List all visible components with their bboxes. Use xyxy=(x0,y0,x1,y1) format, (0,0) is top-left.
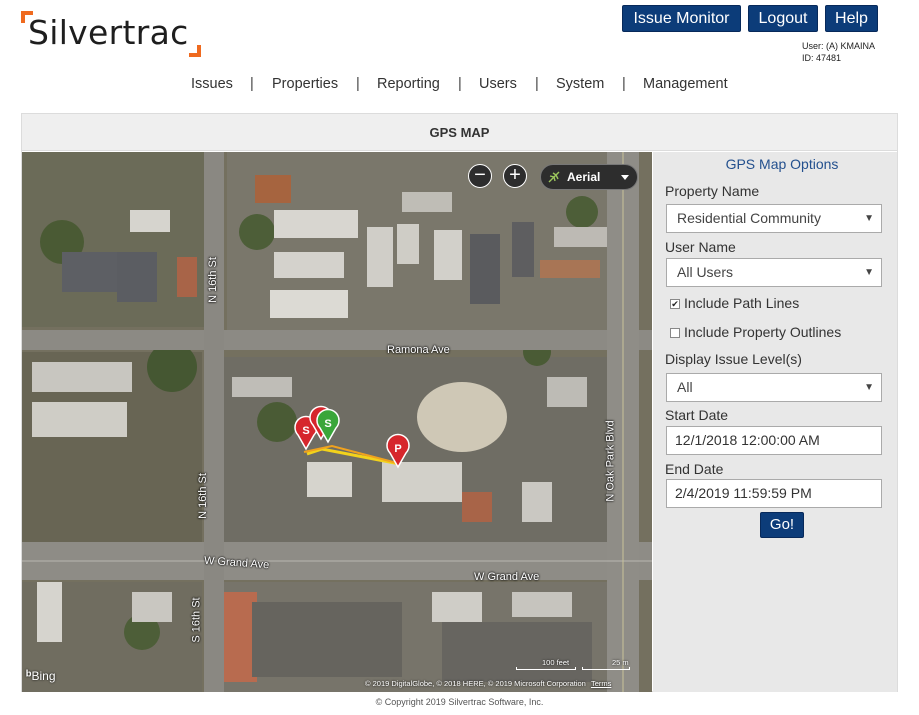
property-outlines-checkbox[interactable] xyxy=(670,328,680,338)
nav-separator: | xyxy=(250,76,254,92)
nav-separator: | xyxy=(622,76,626,92)
go-button[interactable]: Go! xyxy=(760,512,804,538)
start-date-input[interactable]: 12/1/2018 12:00:00 AM xyxy=(666,426,882,455)
nav-separator: | xyxy=(458,76,462,92)
nav-item-management[interactable]: Management xyxy=(643,76,728,92)
end-date-label: End Date xyxy=(665,461,724,477)
street-label-grand-right: W Grand Ave xyxy=(474,571,540,583)
end-date-input[interactable]: 2/4/2019 11:59:59 PM xyxy=(666,479,882,508)
path-lines-label: Include Path Lines xyxy=(684,295,800,311)
logo-text: Silvertrac xyxy=(28,13,189,52)
zoom-in-button[interactable]: + xyxy=(503,164,527,188)
bing-logo[interactable]: ᵇBing xyxy=(26,667,56,683)
logo-corner-bottom-right xyxy=(189,45,201,57)
issue-level-label: Display Issue Level(s) xyxy=(665,351,802,367)
map-type-label: Aerial xyxy=(567,170,601,184)
aerial-icon xyxy=(548,171,560,183)
issue-level-value: All xyxy=(677,379,693,395)
start-date-label: Start Date xyxy=(665,407,729,423)
panel-title: GPS MAP xyxy=(22,114,897,151)
help-button[interactable]: Help xyxy=(825,5,878,32)
aerial-imagery xyxy=(22,152,652,692)
chevron-down-icon: ▼ xyxy=(864,267,874,278)
street-label-n16-mid: N 16th St xyxy=(196,473,209,519)
nav-separator: | xyxy=(356,76,360,92)
nav-item-issues[interactable]: Issues xyxy=(191,76,233,92)
user-name-text: User: (A) KMAINA xyxy=(802,41,876,51)
chevron-down-icon: ▼ xyxy=(864,382,874,393)
nav-item-users[interactable]: Users xyxy=(479,76,517,92)
silvertrac-logo[interactable]: Silvertrac xyxy=(21,11,206,57)
page: Silvertrac Issue Monitor Logout Help Use… xyxy=(0,0,919,715)
property-name-label: Property Name xyxy=(665,183,760,199)
user-id-text: ID: 47481 xyxy=(802,53,842,63)
scale-bar-m xyxy=(582,667,630,670)
scale-m-label: 25 m xyxy=(612,658,629,667)
gps-map-panel: GPS MAP S I S P Ramona Ave W Grand Ave W… xyxy=(21,113,898,692)
street-label-oak-park: N Oak Park Blvd xyxy=(604,420,617,502)
logout-button[interactable]: Logout xyxy=(748,5,818,32)
chevron-down-icon xyxy=(621,175,629,180)
nav-separator: | xyxy=(535,76,539,92)
path-lines-checkbox[interactable]: ✔ xyxy=(670,299,680,309)
nav-item-system[interactable]: System xyxy=(556,76,604,92)
chevron-down-icon: ▼ xyxy=(864,213,874,224)
footer-copyright: © Copyright 2019 Silvertrac Software, In… xyxy=(375,697,544,707)
property-name-select[interactable]: Residential Community ▼ xyxy=(666,204,882,233)
street-label-ramona: Ramona Ave xyxy=(387,344,450,356)
scale-feet-label: 100 feet xyxy=(542,658,570,667)
map-copyright-text: © 2019 DigitalGlobe, © 2018 HERE, © 2019… xyxy=(365,679,586,688)
issue-level-select[interactable]: All ▼ xyxy=(666,373,882,402)
nav-item-reporting[interactable]: Reporting xyxy=(377,76,440,92)
issue-monitor-button[interactable]: Issue Monitor xyxy=(622,5,741,32)
options-title[interactable]: GPS Map Options xyxy=(653,156,911,172)
main-nav: Issues | Properties | Reporting | Users … xyxy=(0,76,919,96)
zoom-out-button[interactable]: − xyxy=(468,164,492,188)
nav-item-properties[interactable]: Properties xyxy=(272,76,338,92)
scale-bar-feet xyxy=(516,667,576,670)
map-type-dropdown[interactable]: Aerial xyxy=(540,164,638,190)
map-view[interactable]: S I S P Ramona Ave W Grand Ave W Grand A… xyxy=(22,152,652,692)
map-copyright: © 2019 DigitalGlobe, © 2018 HERE, © 2019… xyxy=(365,679,611,688)
bing-label: Bing xyxy=(31,669,56,683)
street-label-n16-top: N 16th St xyxy=(206,257,219,303)
terms-link[interactable]: Terms xyxy=(591,679,611,688)
gps-map-options: GPS Map Options Property Name Residentia… xyxy=(653,152,897,692)
property-name-value: Residential Community xyxy=(677,210,821,226)
user-info: User: (A) KMAINA ID: 47481 xyxy=(802,40,875,64)
property-outlines-label: Include Property Outlines xyxy=(684,324,842,340)
user-name-label: User Name xyxy=(665,239,736,255)
user-name-value: All Users xyxy=(677,264,734,280)
user-name-select[interactable]: All Users ▼ xyxy=(666,258,882,287)
street-label-s16: S 16th St xyxy=(190,597,203,643)
